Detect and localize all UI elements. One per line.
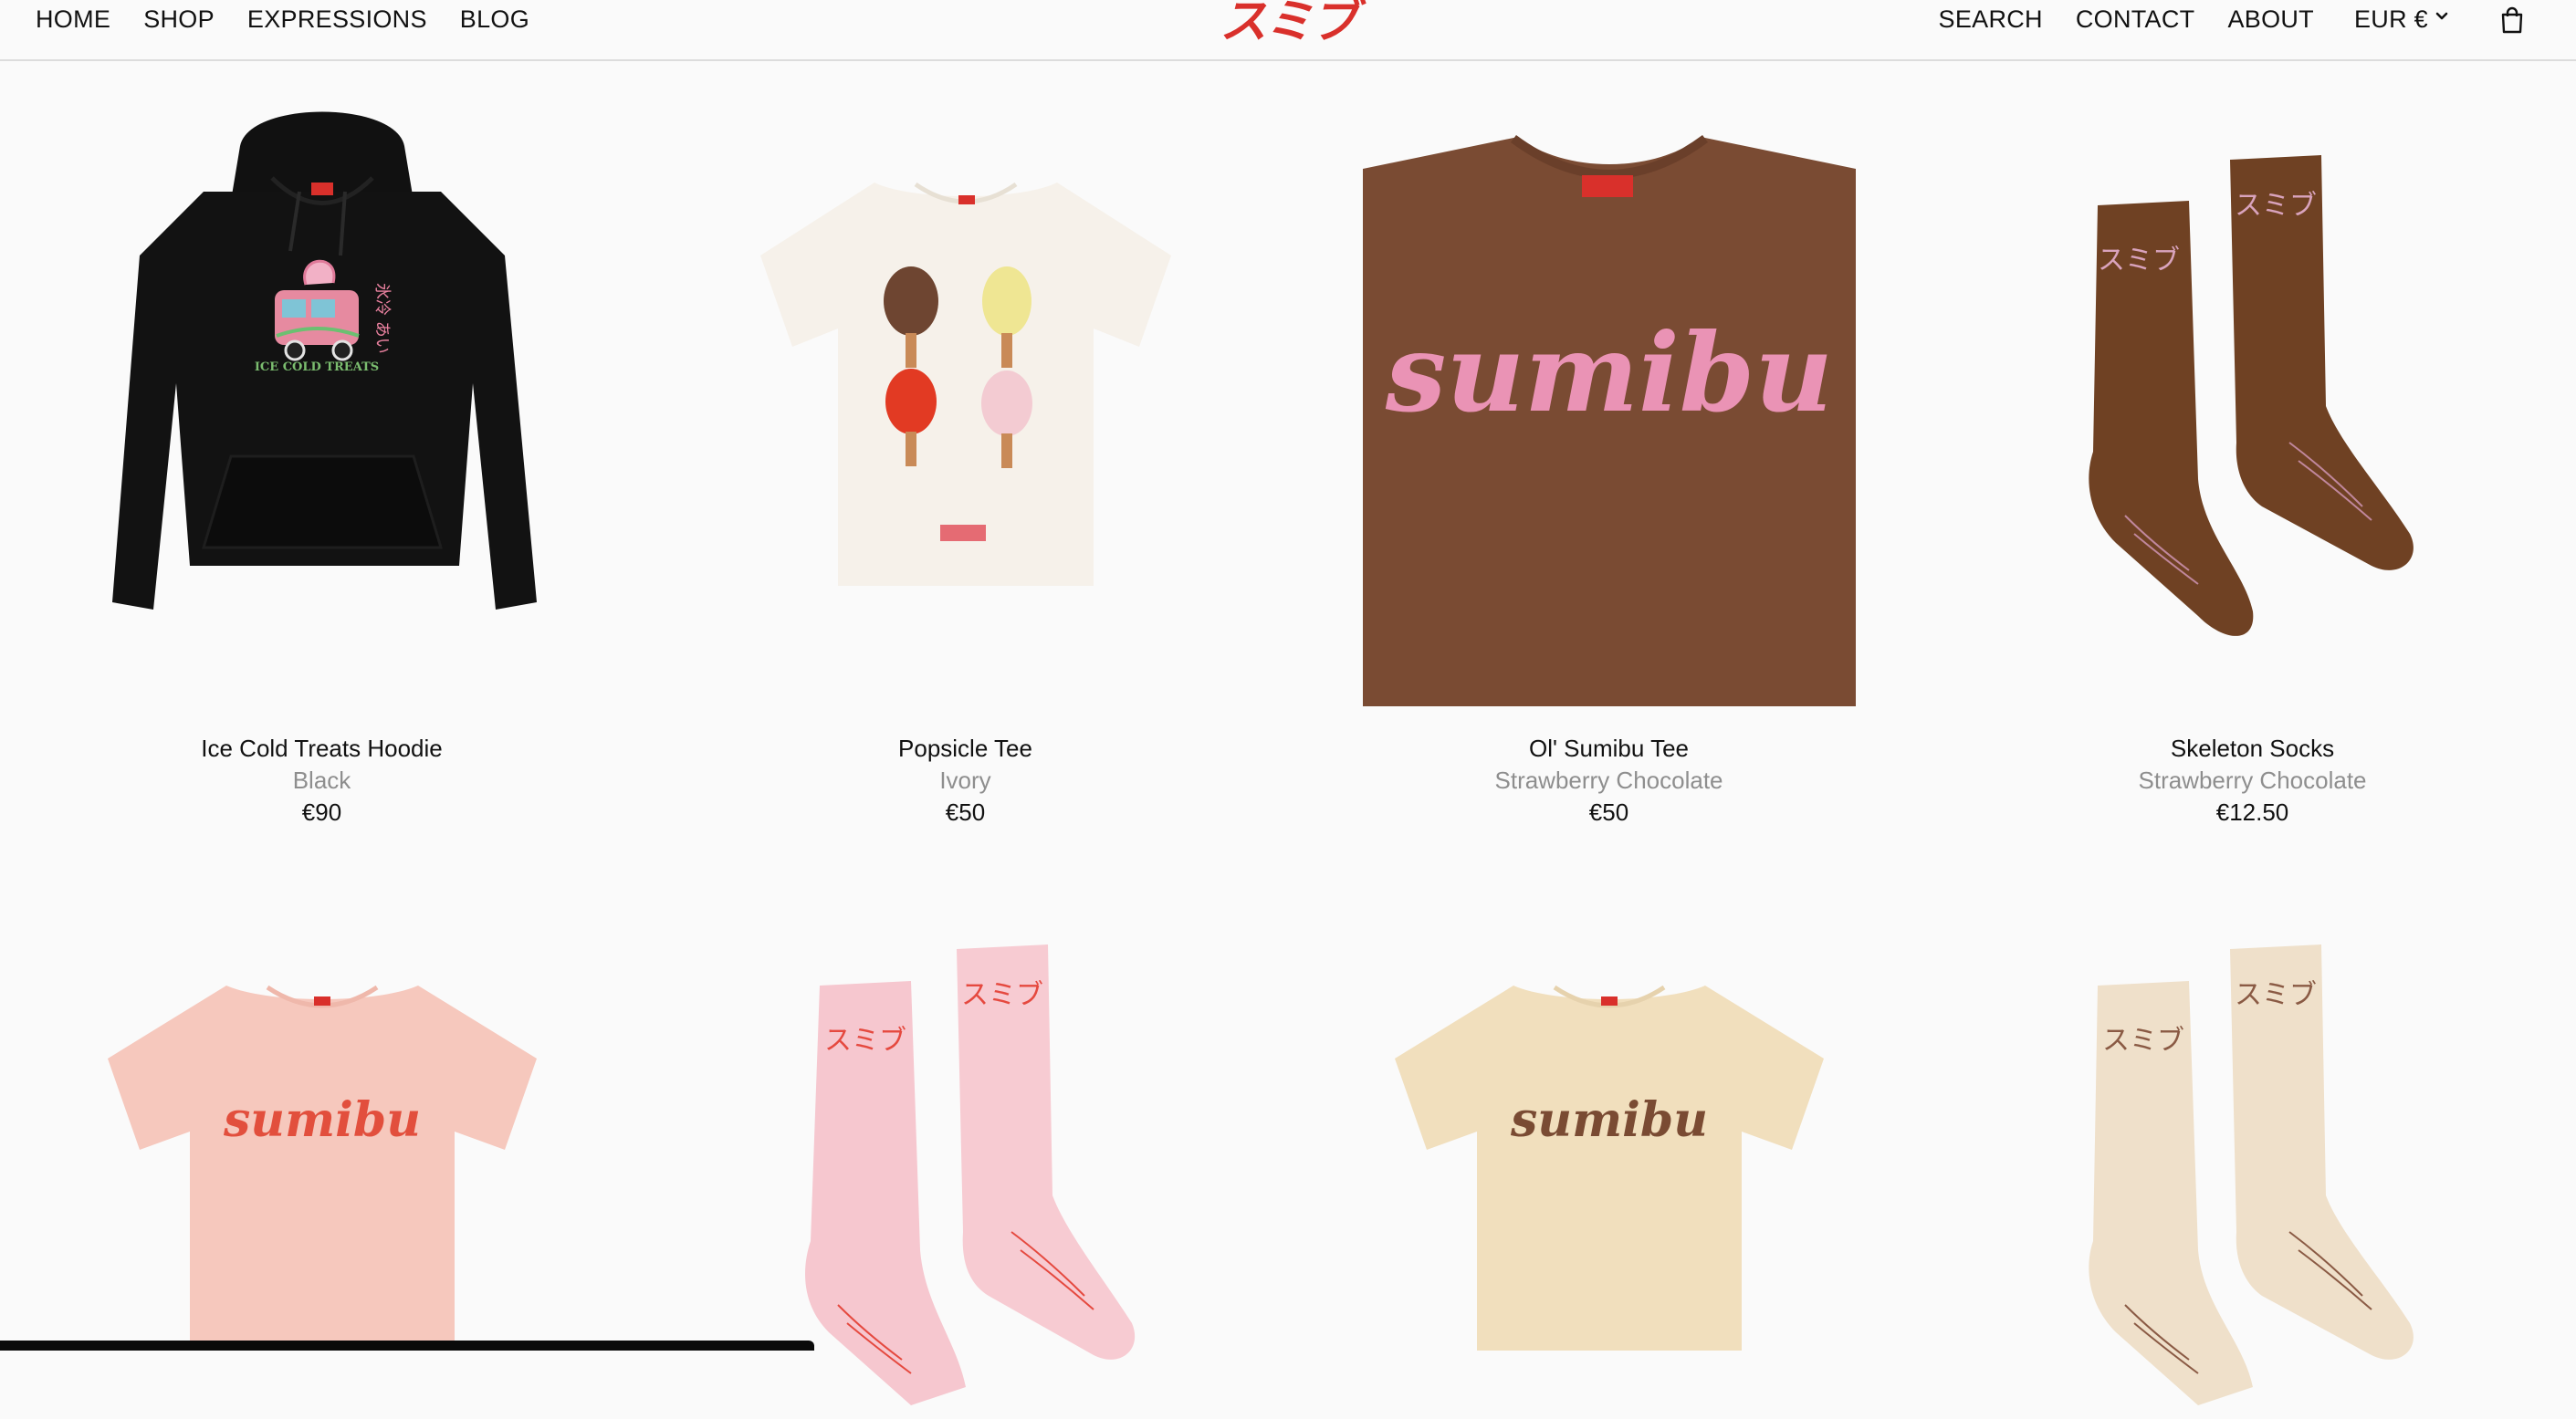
product-image-pink-socks[interactable]: スミブ スミブ xyxy=(774,940,1157,1414)
brand-logo[interactable]: スミブ xyxy=(1220,0,1358,49)
svg-text:スミブ: スミブ xyxy=(824,1025,906,1057)
currency-label: EUR € xyxy=(2353,5,2428,33)
primary-nav: HOME SHOP EXPRESSIONS BLOG xyxy=(36,4,529,35)
product-image-cream-tee[interactable]: sumibu xyxy=(1386,967,1833,1351)
cookie-banner-edge[interactable] xyxy=(0,1341,814,1351)
nav-blog[interactable]: BLOG xyxy=(460,4,529,35)
product-info: Skeleton Socks Strawberry Chocolate €12.… xyxy=(1931,733,2574,828)
nav-contact[interactable]: CONTACT xyxy=(2076,4,2195,35)
product-name[interactable]: Popsicle Tee xyxy=(644,733,1287,764)
product-variant: Strawberry Chocolate xyxy=(2138,767,2367,794)
nav-about[interactable]: ABOUT xyxy=(2227,4,2314,35)
product-info: Ol' Sumibu Tee Strawberry Chocolate €50 xyxy=(1287,733,1931,828)
nav-shop[interactable]: SHOP xyxy=(143,4,215,35)
svg-text:スミブ: スミブ xyxy=(2235,979,2317,1011)
product-name[interactable]: Ice Cold Treats Hoodie xyxy=(0,733,644,764)
product-variant: Ivory xyxy=(939,767,991,794)
nav-search[interactable]: SEARCH xyxy=(1939,4,2043,35)
product-image-black-hoodie[interactable]: ICE COLD TREATS 氷冷 あい xyxy=(103,91,541,639)
product-variant: Strawberry Chocolate xyxy=(1494,767,1723,794)
svg-text:sumibu: sumibu xyxy=(1509,1092,1707,1148)
product-price: €90 xyxy=(301,798,342,826)
tee-wordmark: sumibu xyxy=(1384,309,1832,436)
svg-text:ICE COLD TREATS: ICE COLD TREATS xyxy=(254,360,378,374)
nav-expressions[interactable]: EXPRESSIONS xyxy=(247,4,427,35)
svg-text:スミブ: スミブ xyxy=(2102,1025,2184,1057)
svg-text:氷冷 あい: 氷冷 あい xyxy=(372,283,392,354)
product-image-cream-socks[interactable]: スミブ スミブ xyxy=(2061,940,2445,1414)
product-variant: Black xyxy=(292,767,351,794)
product-image-brown-tee-closeup[interactable]: sumibu xyxy=(1362,100,1856,706)
secondary-nav: SEARCH CONTACT ABOUT EUR € xyxy=(1939,4,2525,35)
product-info: Popsicle Tee Ivory €50 xyxy=(644,733,1287,828)
product-price: €50 xyxy=(945,798,986,826)
svg-text:スミブ: スミブ xyxy=(2098,245,2180,276)
currency-selector[interactable]: EUR € xyxy=(2354,4,2448,35)
product-image-brown-socks[interactable]: スミブ スミブ xyxy=(2061,151,2445,680)
product-name[interactable]: Skeleton Socks xyxy=(1931,733,2574,764)
product-image-ivory-tee[interactable] xyxy=(747,164,1185,593)
product-price: €12.50 xyxy=(2215,798,2289,826)
svg-text:スミブ: スミブ xyxy=(2235,190,2317,222)
site-header: HOME SHOP EXPRESSIONS BLOG スミブ SEARCH CO… xyxy=(0,0,2576,61)
product-name[interactable]: Ol' Sumibu Tee xyxy=(1287,733,1931,764)
svg-text:sumibu: sumibu xyxy=(222,1092,420,1148)
product-image-pink-tee[interactable]: sumibu xyxy=(99,967,546,1351)
product-price: €50 xyxy=(1588,798,1629,826)
nav-home[interactable]: HOME xyxy=(36,4,110,35)
svg-text:スミブ: スミブ xyxy=(961,979,1043,1011)
chevron-down-icon xyxy=(2435,12,2448,20)
shopping-bag-icon[interactable] xyxy=(2499,6,2525,34)
product-info: Ice Cold Treats Hoodie Black €90 xyxy=(0,733,644,828)
